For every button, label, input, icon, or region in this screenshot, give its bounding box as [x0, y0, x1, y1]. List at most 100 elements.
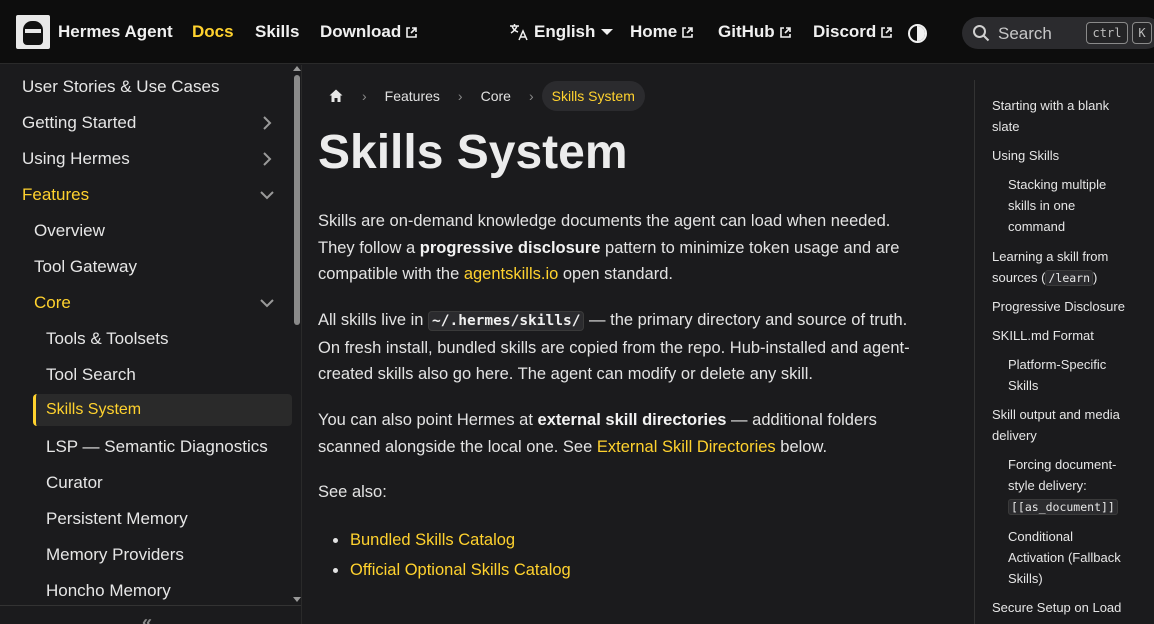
sidebar-item-label: Getting Started [22, 113, 137, 132]
table-of-contents: Starting with a blank slate Using Skills … [974, 80, 1154, 624]
hermes-logo-icon [16, 15, 50, 49]
chevron-down-icon [260, 299, 274, 308]
translate-icon [510, 24, 528, 41]
toc-text: Starting with a blank [992, 98, 1110, 113]
text: You can also point Hermes at [318, 411, 538, 429]
toc-item-secure-setup[interactable]: Secure Setup on Load [992, 597, 1142, 618]
nav-home[interactable]: Home [630, 22, 694, 42]
breadcrumb: › Features › Core › Skills System [318, 81, 645, 111]
external-skill-dirs-link[interactable]: External Skill Directories [597, 438, 776, 456]
toc-item-using-skills[interactable]: Using Skills [992, 145, 1142, 166]
toc-item-stacking[interactable]: Stacking multiple skills in one command [1008, 174, 1136, 237]
sidebar-item-persistent-memory[interactable]: Persistent Memory [0, 501, 292, 537]
nav-github[interactable]: GitHub [718, 22, 791, 42]
toc-text: Platform-Specific [1008, 357, 1107, 372]
text: All skills live in [318, 311, 429, 329]
nav-discord[interactable]: Discord [813, 22, 893, 42]
home-icon [329, 89, 343, 102]
sidebar-item-tool-search[interactable]: Tool Search [0, 357, 292, 393]
docs-sidebar: User Stories & Use Cases Getting Started… [0, 65, 302, 624]
nav-skills[interactable]: Skills [255, 22, 299, 42]
scroll-up-arrow-icon[interactable] [293, 66, 301, 71]
doc-content: › Features › Core › Skills System Skills… [303, 65, 973, 624]
sidebar-item-user-stories[interactable]: User Stories & Use Cases [0, 69, 292, 105]
toc-item-output-delivery[interactable]: Skill output and media delivery [992, 404, 1142, 446]
page-title: Skills System [318, 126, 628, 179]
sidebar-item-lsp[interactable]: LSP — Semantic Diagnostics [0, 429, 292, 465]
toc-text: Activation (Fallback [1008, 550, 1121, 565]
sidebar-item-features[interactable]: Features [0, 177, 292, 213]
sidebar-item-honcho-memory[interactable]: Honcho Memory [0, 573, 292, 609]
skills-path-code: ~/.hermes/skills/ [428, 311, 585, 331]
kbd-k: K [1132, 22, 1152, 44]
sidebar-item-tools-toolsets[interactable]: Tools & Toolsets [0, 321, 292, 357]
toc-item-platform[interactable]: Platform-Specific Skills [1008, 354, 1136, 396]
chevron-right-icon [263, 152, 272, 166]
sidebar-scrollbar[interactable] [292, 65, 301, 605]
toc-text: Conditional [1008, 529, 1074, 544]
toc-text: style delivery: [1008, 478, 1087, 493]
sidebar-item-overview[interactable]: Overview [0, 213, 292, 249]
sidebar-item-memory-providers[interactable]: Memory Providers [0, 537, 292, 573]
breadcrumb-core[interactable]: Core [471, 81, 521, 111]
nav-discord-label: Discord [813, 22, 877, 41]
sidebar-item-label: Features [22, 185, 90, 204]
sidebar-item-core[interactable]: Core [0, 285, 292, 321]
toc-text: Stacking multiple [1008, 177, 1107, 192]
text: On fresh install, bundled skills are cop… [318, 338, 910, 357]
sidebar-item-skills-system[interactable]: Skills System [33, 394, 292, 426]
learn-code: /learn [1045, 270, 1094, 286]
toc-text: slate [992, 119, 1020, 134]
external-link-icon [779, 26, 791, 38]
see-also-label: See also: [318, 483, 387, 501]
sidebar-item-curator[interactable]: Curator [0, 465, 292, 501]
breadcrumb-features[interactable]: Features [375, 81, 450, 111]
sidebar-item-getting-started[interactable]: Getting Started [0, 105, 292, 141]
search-icon [973, 25, 990, 42]
bold-text: progressive disclosure [419, 238, 601, 257]
see-also-list: Bundled Skills Catalog Official Optional… [318, 525, 571, 585]
sidebar-item-label: Using Hermes [22, 149, 130, 168]
locale-dropdown[interactable]: English [509, 22, 614, 42]
toc-item-blank-slate[interactable]: Starting with a blank slate [992, 95, 1142, 137]
text: They follow a [318, 238, 420, 257]
text: scanned alongside the local one. See [318, 437, 597, 456]
brand-link[interactable]: Hermes Agent [16, 14, 173, 50]
chevron-down-icon [601, 29, 614, 35]
scroll-down-arrow-icon[interactable] [293, 597, 301, 602]
external-link-icon [682, 26, 694, 38]
toc-item-forcing-document[interactable]: Forcing document-style delivery: [[as_doc… [1008, 454, 1136, 518]
breadcrumb-home[interactable] [318, 81, 354, 111]
collapse-sidebar-button[interactable]: « [0, 605, 301, 624]
text: open standard. [558, 265, 673, 283]
bundled-skills-catalog-link[interactable]: Bundled Skills Catalog [350, 531, 515, 549]
sidebar-item-using-hermes[interactable]: Using Hermes [0, 141, 292, 177]
skills-location-paragraph: All skills live in ~/.hermes/skills/ — t… [318, 307, 943, 388]
search-box[interactable]: Search ctrl K [962, 17, 1154, 49]
text: below. [775, 437, 828, 456]
toc-text: command [1008, 219, 1066, 234]
theme-toggle-icon[interactable] [908, 24, 927, 43]
text: — additional folders [726, 411, 877, 429]
nav-github-label: GitHub [718, 22, 775, 41]
toc-text: Learning a skill from [992, 249, 1109, 264]
toc-text: delivery [992, 428, 1037, 443]
list-item: Bundled Skills Catalog [318, 525, 571, 555]
nav-docs[interactable]: Docs [192, 22, 234, 42]
external-link-icon [406, 26, 418, 38]
text: pattern to minimize token usage and are [600, 238, 900, 257]
agentskills-link[interactable]: agentskills.io [464, 265, 558, 283]
sidebar-item-tool-gateway[interactable]: Tool Gateway [0, 249, 292, 285]
toc-item-learning[interactable]: Learning a skill from sources (/learn) [992, 246, 1142, 289]
search-placeholder: Search [998, 24, 1052, 43]
toc-item-progressive[interactable]: Progressive Disclosure [992, 296, 1142, 317]
nav-download[interactable]: Download [320, 22, 418, 42]
toc-text: Skills [1008, 378, 1039, 393]
breadcrumb-current: Skills System [541, 81, 645, 111]
optional-skills-catalog-link[interactable]: Official Optional Skills Catalog [350, 561, 571, 579]
toc-item-skillmd[interactable]: SKILL.md Format [992, 325, 1142, 346]
scrollbar-thumb[interactable] [294, 75, 300, 325]
text: compatible with the [318, 265, 464, 283]
toc-item-conditional[interactable]: Conditional Activation (Fallback Skills) [1008, 526, 1136, 589]
toc-text: Skills) [1008, 571, 1043, 586]
